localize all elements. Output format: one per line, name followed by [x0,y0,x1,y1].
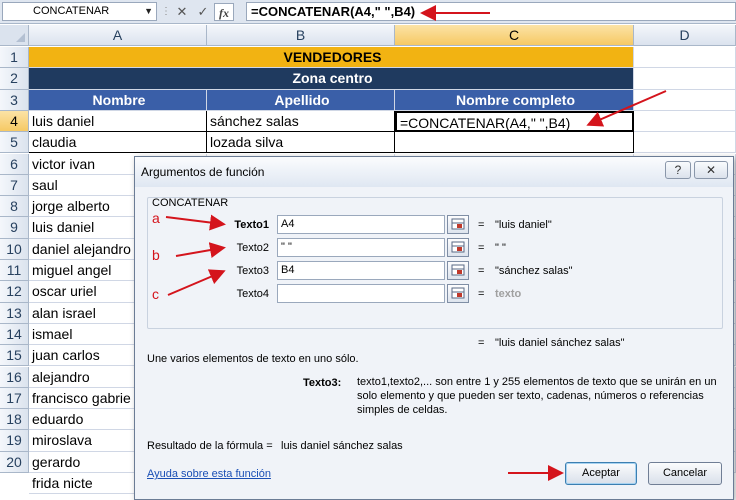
active-cell-c4[interactable]: =CONCATENAR(A4," ",B4) [395,110,634,133]
excel-window: CONCATENAR ▼ ⋮ ✕ ✓ fx =CONCATENAR(A4," "… [0,0,736,500]
formula-input[interactable]: =CONCATENAR(A4," ",B4) [246,2,736,21]
row-header-2[interactable]: 2 [0,68,29,90]
collapse-dialog-icon[interactable] [447,261,469,280]
row-header-18[interactable]: 18 [0,409,29,431]
equals-sign: = [478,265,485,277]
header-cell[interactable]: Nombre completo [395,89,634,111]
help-link[interactable]: Ayuda sobre esta función [147,468,271,480]
arg-label-texto3: Texto3 [236,265,269,277]
cell[interactable] [634,68,736,90]
row-header-17[interactable]: 17 [0,387,29,410]
last-name-cell[interactable]: sánchez salas [207,110,395,133]
row-header-8[interactable]: 8 [0,196,29,218]
formula-result-value: luis daniel sánchez salas [281,440,403,452]
equals-sign: = [478,288,485,300]
row-header-4[interactable]: 4 [0,110,29,133]
cell[interactable] [634,89,736,111]
row-header-7[interactable]: 7 [0,174,29,197]
arg-result-texto3: "sánchez salas" [495,265,573,277]
arg-input-texto4[interactable] [277,284,445,303]
equals-sign: = [478,219,485,231]
dialog-title: Argumentos de función [135,157,733,187]
collapse-dialog-icon[interactable] [447,284,469,303]
arg-result-texto2: " " [495,242,506,254]
param-name: Texto3: [303,377,342,389]
row-header-3[interactable]: 3 [0,89,29,111]
annotation-c: c [152,286,159,302]
row-header-6[interactable]: 6 [0,153,29,175]
name-box[interactable]: CONCATENAR ▼ [2,2,157,21]
cancel-entry-icon[interactable]: ✕ [172,3,192,21]
name-box-value: CONCATENAR [33,5,110,17]
row-header-15[interactable]: 15 [0,345,29,367]
cell-c5[interactable] [395,132,634,154]
row-header-19[interactable]: 19 [0,430,29,452]
param-description: texto1,texto2,... son entre 1 y 255 elem… [357,376,717,416]
sheet-subtitle[interactable]: Zona centro [29,68,634,90]
row-header-13[interactable]: 13 [0,302,29,324]
cell[interactable] [634,110,736,133]
chevron-down-icon[interactable]: ▼ [144,3,153,20]
column-header-a[interactable]: A [29,25,207,46]
row-header-12[interactable]: 12 [0,281,29,303]
formula-bar: CONCATENAR ▼ ⋮ ✕ ✓ fx =CONCATENAR(A4," "… [0,0,736,24]
select-all-button[interactable] [0,25,29,46]
column-header-d[interactable]: D [634,25,736,46]
row-header-14[interactable]: 14 [0,323,29,346]
formula-result-label: Resultado de la fórmula = [147,440,273,452]
formula-buttons: ⋮ ✕ ✓ fx [161,3,234,21]
enter-icon[interactable]: ✓ [193,3,213,21]
row-header-20[interactable]: 20 [0,451,29,473]
function-name: CONCATENAR [152,197,229,209]
first-name-cell[interactable]: luis daniel [29,110,207,133]
row-header-11[interactable]: 11 [0,260,29,282]
help-button[interactable]: ? [665,161,691,179]
row-header-5[interactable]: 5 [0,132,29,154]
arg-input-texto3[interactable]: B4 [277,261,445,280]
equals-sign: = [478,337,485,349]
arg-result-texto4: texto [495,288,522,300]
annotation-a: a [152,210,160,226]
arg-result-texto1: "luis daniel" [495,219,552,231]
collapse-dialog-icon[interactable] [447,238,469,257]
cell[interactable] [634,47,736,69]
collapse-dialog-icon[interactable] [447,215,469,234]
function-arguments-dialog: Argumentos de función ? ✕ CONCATENAR Tex… [134,156,734,500]
header-cell[interactable]: Apellido [207,89,395,111]
sheet-title[interactable]: VENDEDORES [29,47,634,69]
row-header-9[interactable]: 9 [0,217,29,239]
arg-input-texto1[interactable]: A4 [277,215,445,234]
equals-sign: = [478,242,485,254]
splitter-dots-icon[interactable]: ⋮ [161,3,171,21]
arg-input-texto2[interactable]: " " [277,238,445,257]
column-header-b[interactable]: B [207,25,395,46]
annotation-b: b [152,247,160,263]
function-description: Une varios elementos de texto en uno sól… [147,353,359,365]
row-header-10[interactable]: 10 [0,238,29,260]
ok-button[interactable]: Aceptar [565,462,637,485]
close-button[interactable]: ✕ [694,161,728,179]
insert-function-button[interactable]: fx [214,3,234,21]
header-cell[interactable]: Nombre [29,89,207,111]
row-header-16[interactable]: 16 [0,366,29,388]
cancel-button[interactable]: Cancelar [648,462,722,485]
column-header-c[interactable]: C [395,25,634,46]
first-name-cell[interactable]: claudia [29,132,207,154]
cell[interactable] [634,132,736,154]
row-header-1[interactable]: 1 [0,47,29,69]
total-result: "luis daniel sánchez salas" [495,337,625,349]
last-name-cell[interactable]: lozada silva [207,132,395,154]
